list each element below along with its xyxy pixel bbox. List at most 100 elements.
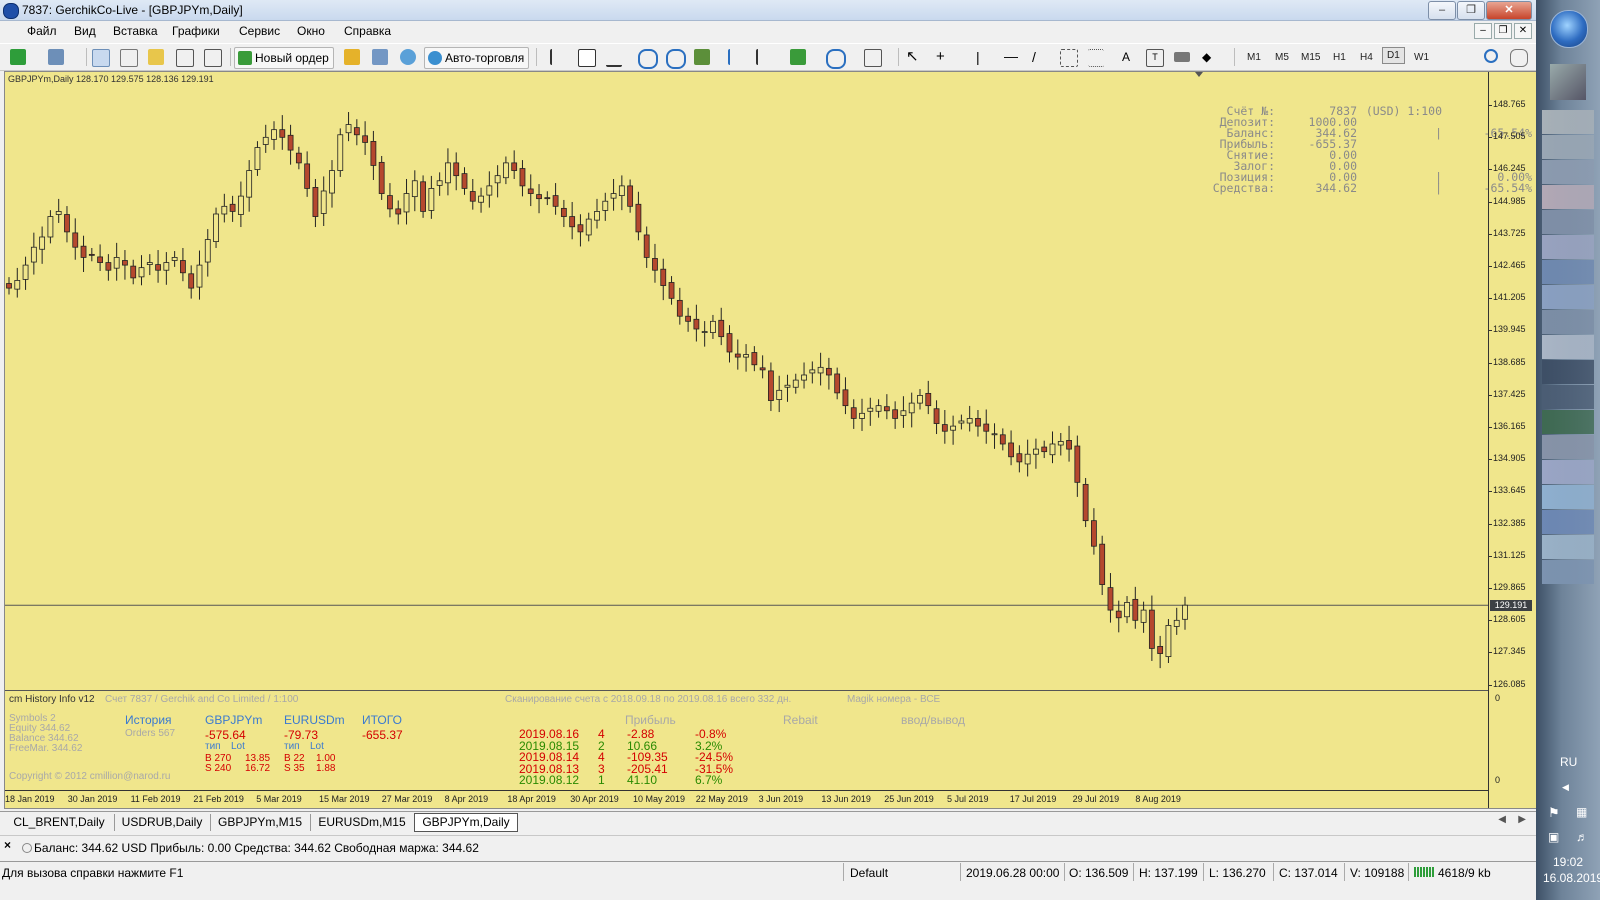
- candle[interactable]: [39, 226, 46, 264]
- candle[interactable]: [768, 362, 774, 412]
- taskbar-app-tile[interactable]: [1542, 435, 1594, 459]
- taskbar-app-tile[interactable]: [1542, 260, 1594, 284]
- text-icon[interactable]: A: [1118, 49, 1134, 65]
- candle[interactable]: [262, 124, 269, 153]
- candle[interactable]: [701, 321, 708, 347]
- arrows-icon[interactable]: [1174, 52, 1190, 62]
- candle[interactable]: [237, 181, 244, 228]
- tab-scroll-right-icon[interactable]: ▶: [1518, 814, 1526, 825]
- candle[interactable]: [155, 250, 161, 283]
- candle[interactable]: [486, 171, 493, 208]
- candle[interactable]: [130, 259, 137, 285]
- candle[interactable]: [933, 400, 940, 435]
- candle[interactable]: [1182, 596, 1188, 630]
- candle[interactable]: [196, 250, 203, 300]
- vertical-line-icon[interactable]: |: [976, 49, 992, 65]
- candle[interactable]: [594, 198, 600, 229]
- candle[interactable]: [171, 251, 178, 267]
- candle[interactable]: [345, 112, 352, 142]
- candle[interactable]: [825, 357, 832, 390]
- taskbar-app-tile[interactable]: [1542, 160, 1594, 184]
- maximize-button[interactable]: ❐: [1457, 1, 1485, 20]
- clock-date[interactable]: 16.08.2019: [1543, 871, 1600, 885]
- taskbar-app-tile[interactable]: [1542, 560, 1594, 584]
- candle[interactable]: [304, 151, 311, 197]
- candle[interactable]: [113, 242, 120, 281]
- candle[interactable]: [784, 374, 791, 402]
- auto-scroll-icon[interactable]: [728, 49, 746, 65]
- candle[interactable]: [627, 179, 634, 213]
- candle[interactable]: [966, 405, 973, 432]
- candle[interactable]: [519, 160, 526, 197]
- trendline-icon[interactable]: /: [1032, 49, 1048, 65]
- text-label-icon[interactable]: T: [1146, 49, 1164, 67]
- candle[interactable]: [999, 428, 1006, 451]
- horizontal-line-icon[interactable]: —: [1004, 49, 1020, 65]
- candle[interactable]: [991, 423, 998, 449]
- candle[interactable]: [271, 121, 277, 150]
- candle[interactable]: [1099, 535, 1106, 596]
- metaeditor-icon[interactable]: [344, 49, 360, 65]
- tray-flag-icon[interactable]: ⚑: [1548, 805, 1560, 821]
- candle[interactable]: [88, 247, 95, 262]
- candle[interactable]: [105, 254, 112, 281]
- timeframe-d1[interactable]: D1: [1382, 47, 1405, 64]
- candle[interactable]: [1008, 430, 1014, 466]
- timeframe-m1[interactable]: M1: [1247, 52, 1261, 63]
- mdi-restore-button[interactable]: ❐: [1494, 23, 1512, 39]
- candle[interactable]: [544, 191, 551, 206]
- close-button[interactable]: ✕: [1486, 1, 1532, 20]
- candle[interactable]: [188, 265, 195, 299]
- zoom-out-icon[interactable]: [666, 49, 686, 69]
- tray-volume-icon[interactable]: ♬: [1576, 830, 1588, 844]
- candle[interactable]: [569, 201, 576, 240]
- candle[interactable]: [511, 150, 518, 179]
- candle[interactable]: [279, 115, 286, 150]
- pinned-app-icon[interactable]: [1550, 64, 1586, 100]
- menu-window[interactable]: Окно: [297, 24, 325, 38]
- candle[interactable]: [726, 325, 733, 363]
- taskbar-app-tile[interactable]: [1542, 535, 1594, 559]
- candle[interactable]: [461, 167, 468, 195]
- tile-windows-icon[interactable]: [694, 49, 710, 65]
- candle[interactable]: [146, 254, 153, 276]
- experts-icon[interactable]: [372, 49, 388, 65]
- candle[interactable]: [834, 367, 841, 400]
- candle[interactable]: [867, 397, 874, 426]
- candle[interactable]: [64, 206, 70, 243]
- candle[interactable]: [1024, 439, 1031, 477]
- language-indicator[interactable]: RU: [1560, 755, 1577, 769]
- tab-scroll-left-icon[interactable]: ◀: [1498, 814, 1506, 825]
- menu-view[interactable]: Вид: [74, 24, 96, 38]
- taskbar-app-tile[interactable]: [1542, 235, 1594, 259]
- candle[interactable]: [14, 267, 21, 298]
- auto-trading-button[interactable]: Авто-торговля: [424, 47, 530, 69]
- candle[interactable]: [875, 399, 882, 418]
- start-button[interactable]: [1550, 10, 1588, 48]
- candle[interactable]: [560, 199, 567, 228]
- chart-shift-icon[interactable]: [756, 49, 774, 65]
- candle[interactable]: [685, 307, 691, 332]
- candle[interactable]: [362, 121, 369, 155]
- candle[interactable]: [1049, 431, 1056, 464]
- candle[interactable]: [759, 355, 766, 379]
- candle[interactable]: [1041, 440, 1048, 459]
- candle[interactable]: [751, 346, 758, 372]
- tester-icon[interactable]: [204, 49, 222, 67]
- candle[interactable]: [80, 235, 87, 273]
- shapes-icon[interactable]: ◆: [1202, 49, 1218, 65]
- indicators-icon[interactable]: [790, 49, 806, 65]
- candle[interactable]: [643, 226, 650, 268]
- candle[interactable]: [403, 178, 410, 225]
- market-watch-icon[interactable]: [92, 49, 110, 67]
- candle[interactable]: [718, 307, 725, 346]
- line-chart-icon[interactable]: [606, 49, 622, 67]
- tab-usdrub-daily[interactable]: USDRUB,Daily: [114, 814, 211, 831]
- candle[interactable]: [494, 165, 501, 198]
- tab-cl-brent-daily[interactable]: CL_BRENT,Daily: [4, 814, 115, 831]
- tray-display-icon[interactable]: ▣: [1548, 830, 1559, 844]
- candle[interactable]: [635, 191, 642, 241]
- chart-shift-marker[interactable]: [1195, 72, 1203, 77]
- candle[interactable]: [6, 277, 12, 295]
- candle[interactable]: [536, 184, 542, 214]
